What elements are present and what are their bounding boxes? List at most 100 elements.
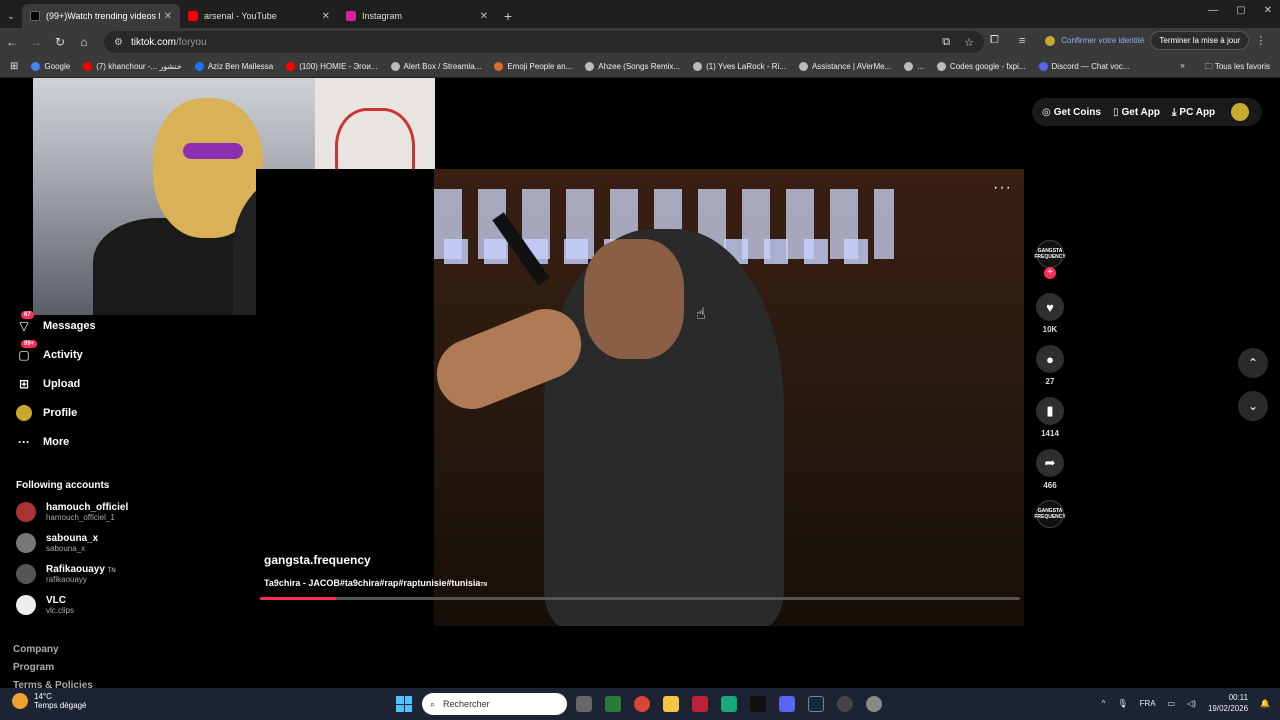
footer-program-link[interactable]: Program	[13, 662, 54, 673]
discord-icon[interactable]	[779, 696, 795, 712]
reload-icon[interactable]: ↻	[48, 30, 72, 54]
settings-icon[interactable]	[866, 696, 882, 712]
forward-icon[interactable]: →	[24, 30, 48, 54]
video-progress-bar[interactable]	[260, 597, 1020, 600]
file-explorer-icon[interactable]	[663, 696, 679, 712]
get-app-button[interactable]: ▯ Get App	[1113, 107, 1160, 118]
bookmark-item[interactable]: Google	[31, 62, 70, 71]
bookmark-icon[interactable]: ▮	[1036, 397, 1064, 425]
bookmark-item[interactable]: Discord — Chat voc...	[1038, 62, 1129, 71]
bookmark-item[interactable]: (1) Yves LaRock - Ri...	[693, 62, 786, 71]
bookmark-item[interactable]: (100) HOMIE - Эгои...	[286, 62, 378, 71]
pc-app-button[interactable]: ⤓ PC App	[1172, 107, 1215, 118]
music-disc-avatar[interactable]: GANGSTA FREQUENCY	[1034, 500, 1066, 528]
home-icon[interactable]: ⌂	[72, 30, 96, 54]
share-action[interactable]: ➦ 466	[1036, 449, 1064, 490]
next-video-button[interactable]: ⌄	[1238, 391, 1268, 421]
address-bar[interactable]: ⚙ tiktok.com/foryou ⧉ ☆	[104, 31, 984, 53]
get-coins-button[interactable]: ◎ Get Coins	[1042, 107, 1101, 118]
system-tray: ^ 🎙 FRA ▭ ◁) 00:11 19/02/2026 🔔	[1102, 692, 1270, 714]
close-tab-icon[interactable]: ✕	[322, 11, 330, 22]
install-app-icon[interactable]: ⧉	[942, 36, 950, 49]
video-player[interactable]: ··· ☝	[256, 169, 1024, 626]
follow-plus-icon[interactable]: +	[1044, 267, 1056, 279]
footer-company-link[interactable]: Company	[13, 644, 59, 655]
language-indicator[interactable]: FRA	[1140, 699, 1156, 708]
minimize-icon[interactable]: —	[1208, 5, 1218, 16]
app-icon[interactable]	[837, 696, 853, 712]
bookmark-label: Google	[44, 62, 71, 71]
new-tab-button[interactable]: +	[496, 4, 520, 28]
media-controls-icon[interactable]: ≡	[1019, 35, 1025, 47]
maximize-icon[interactable]: ▢	[1236, 5, 1245, 16]
taskbar-search[interactable]: ⌕ Rechercher	[422, 693, 567, 715]
coin-icon: ◎	[1042, 106, 1051, 118]
windows-start-icon[interactable]	[396, 696, 412, 712]
sidebar-item-more[interactable]: ··· More	[16, 434, 69, 450]
following-account[interactable]: sabouna_x sabouna_x	[16, 533, 98, 553]
following-account[interactable]: VLC vlc.clips	[16, 595, 74, 615]
bookmark-item[interactable]: Alert Box / Streamla...	[390, 62, 481, 71]
video-author[interactable]: gangsta.frequency	[264, 553, 371, 567]
notifications-icon[interactable]: 🔔	[1260, 699, 1270, 708]
following-account[interactable]: Rafikaouayy TN rafikaouayy	[16, 564, 116, 584]
network-icon[interactable]: ▭	[1168, 699, 1176, 708]
share-count: 466	[1043, 481, 1057, 490]
bookmark-item[interactable]: Emoji People an...	[494, 62, 572, 71]
back-icon[interactable]: ←	[0, 30, 24, 54]
menu-kebab-icon[interactable]: ⋮	[1255, 34, 1266, 47]
sidebar-item-messages[interactable]: ▽ 67 Messages	[16, 311, 96, 334]
comment-icon[interactable]: ●	[1036, 345, 1064, 373]
youtube-favicon-icon	[188, 11, 198, 21]
tab-youtube[interactable]: arsenal - YouTube ✕	[180, 4, 338, 28]
video-more-icon[interactable]: ···	[993, 179, 1012, 197]
confirm-identity-link[interactable]: Confirmer votre identité	[1061, 36, 1144, 45]
creator-avatar[interactable]: GANGSTA FREQUENCY	[1034, 240, 1066, 268]
app-icon[interactable]	[605, 696, 621, 712]
apps-grid-icon[interactable]: ⊞	[10, 61, 18, 72]
heart-icon[interactable]: ♥	[1036, 293, 1064, 321]
extensions-icon[interactable]: ⧠	[990, 34, 999, 47]
site-info-icon[interactable]: ⚙	[114, 37, 123, 48]
app-icon[interactable]	[692, 696, 708, 712]
bookmark-item[interactable]: ...	[904, 62, 924, 71]
tab-instagram[interactable]: Instagram ✕	[338, 4, 496, 28]
footer-terms-link[interactable]: Terms & Policies	[13, 680, 93, 688]
following-account[interactable]: hamouch_officiel hamouch_officiel_1	[16, 502, 128, 522]
bookmark-item[interactable]: Aziz Ben Mallessa	[194, 62, 273, 71]
user-avatar[interactable]	[1231, 103, 1250, 121]
app-icon[interactable]	[721, 696, 737, 712]
chevron-up-icon[interactable]: ^	[1102, 699, 1106, 708]
sidebar-item-profile[interactable]: Profile	[16, 405, 77, 421]
update-button[interactable]: Terminer la mise à jour	[1150, 31, 1250, 50]
close-tab-icon[interactable]: ✕	[164, 11, 172, 22]
volume-icon[interactable]: ◁)	[1187, 699, 1196, 708]
close-window-icon[interactable]: ✕	[1264, 5, 1272, 16]
clock[interactable]: 00:11 19/02/2026	[1208, 692, 1248, 714]
more-bookmarks-icon[interactable]: »	[1180, 61, 1184, 75]
previous-video-button[interactable]: ⌃	[1238, 348, 1268, 378]
bookmark-item[interactable]: Codes google - fxpi...	[936, 62, 1026, 71]
weather-widget[interactable]: 14°C Temps dégagé	[12, 692, 86, 710]
bookmark-star-icon[interactable]: ☆	[964, 36, 974, 49]
close-tab-icon[interactable]: ✕	[480, 11, 488, 22]
steam-icon[interactable]	[808, 696, 824, 712]
microphone-icon[interactable]: 🎙	[1117, 699, 1127, 708]
all-bookmarks-folder[interactable]: 🗀 Tous les favoris	[1205, 61, 1270, 75]
get-coins-label: Get Coins	[1053, 106, 1101, 118]
app-icon[interactable]	[750, 696, 766, 712]
tab-search-icon[interactable]: ⌄	[0, 4, 22, 28]
save-action[interactable]: ▮ 1414	[1036, 397, 1064, 438]
share-icon[interactable]: ➦	[1036, 449, 1064, 477]
bookmark-item[interactable]: (7) khanchour -... خنشور	[83, 62, 182, 71]
like-action[interactable]: ♥ 10K	[1036, 293, 1064, 334]
tab-tiktok[interactable]: (99+)Watch trending videos fo ✕	[22, 4, 180, 28]
bookmark-item[interactable]: Ahzee (Songs Remix...	[585, 62, 680, 71]
sidebar-item-activity[interactable]: ▢ 99+ Activity	[16, 340, 83, 363]
comment-action[interactable]: ● 27	[1036, 345, 1064, 386]
profile-avatar[interactable]	[1045, 35, 1056, 46]
sidebar-item-upload[interactable]: ⊞ Upload	[16, 376, 80, 392]
bookmark-item[interactable]: Assistance | AVerMe...	[798, 62, 891, 71]
chrome-icon[interactable]	[634, 696, 650, 712]
task-view-icon[interactable]	[576, 696, 592, 712]
